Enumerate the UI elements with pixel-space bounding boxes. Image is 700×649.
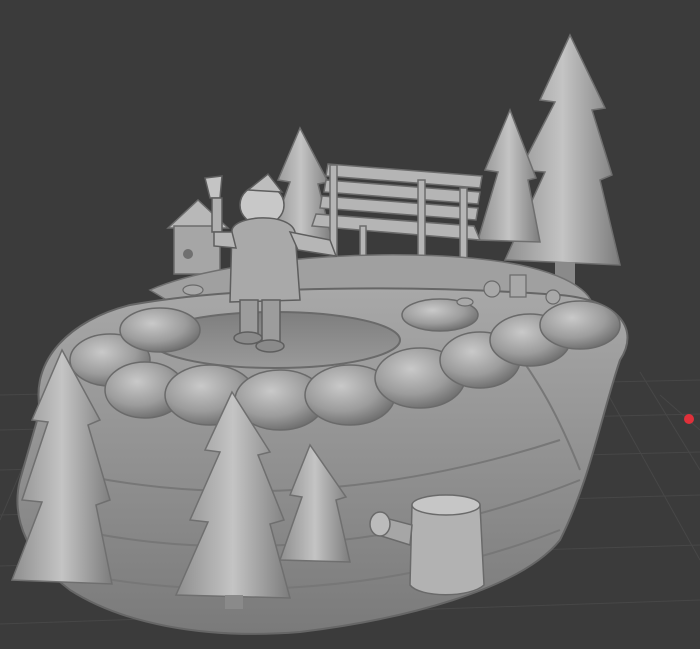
3d-viewport[interactable]: [0, 0, 700, 649]
pine-tree-back-right: [477, 33, 621, 292]
origin-marker[interactable]: [684, 414, 694, 424]
park-bench: [310, 163, 483, 269]
viewport-canvas[interactable]: [0, 0, 700, 649]
